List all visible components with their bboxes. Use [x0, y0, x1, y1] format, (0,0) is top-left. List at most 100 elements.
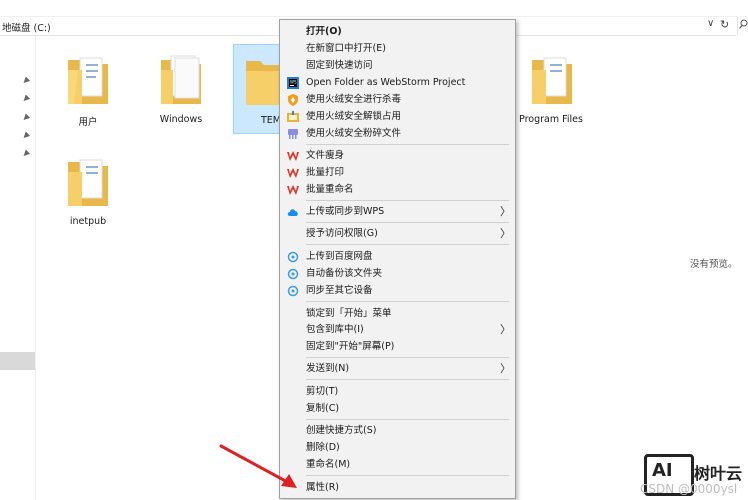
folder-program-files[interactable]: Program Files [519, 52, 584, 125]
menu-item-include-library[interactable]: 包含到库中(I) 〉 [280, 322, 515, 338]
menu-item-open-new-window[interactable]: 在新窗口中打开(E) [280, 41, 515, 57]
menu-item-open[interactable]: 打开(O) [280, 24, 515, 40]
watermark-credit: CSDN @0000ysl [640, 482, 738, 496]
menu-separator [306, 301, 509, 302]
menu-item-label: 重命名(M) [306, 459, 351, 470]
menu-separator [306, 419, 509, 420]
menu-item-label: 打开(O) [306, 26, 342, 37]
menu-item-baidu-sync[interactable]: 同步至其它设备 [280, 283, 515, 299]
menu-item-baidu-upload[interactable]: 上传到百度网盘 [280, 249, 515, 265]
menu-item-huorong-shred[interactable]: 使用火绒安全粉碎文件 [280, 126, 515, 142]
menu-item-webstorm[interactable]: WS Open Folder as WebStorm Project [280, 75, 515, 91]
menu-item-label: 删除(D) [306, 442, 340, 453]
menu-item-create-shortcut[interactable]: 创建快捷方式(S) [280, 423, 515, 439]
menu-item-rename[interactable]: 重命名(M) [280, 457, 515, 473]
folder-inetpub[interactable]: inetpub [56, 154, 120, 227]
search-box[interactable] [737, 17, 748, 35]
menu-item-wps-cloud[interactable]: 上传或同步到WPS 〉 [280, 204, 515, 220]
svg-text:WS: WS [290, 80, 297, 85]
menu-separator [306, 244, 509, 245]
menu-item-send-to[interactable]: 发送到(N) 〉 [280, 361, 515, 377]
address-path[interactable]: 地磁盘 (C:) [2, 20, 51, 34]
menu-separator [306, 222, 509, 223]
folder-label: Windows [159, 114, 203, 125]
chevron-right-icon: 〉 [500, 323, 511, 336]
menu-separator [306, 200, 509, 201]
huorong-shred-icon [288, 129, 298, 139]
huorong-shield-icon [288, 94, 298, 106]
folder-icon [64, 52, 112, 108]
menu-item-label: 自动备份该文件夹 [306, 268, 383, 279]
menu-item-label: 属性(R) [306, 482, 340, 493]
folder-users[interactable]: 用户 [56, 52, 120, 128]
menu-separator [306, 144, 509, 145]
folder-windows[interactable]: Windows [149, 52, 213, 125]
wps-icon [287, 168, 299, 178]
pin-icon[interactable]: ▼ [21, 148, 32, 159]
menu-item-label: 创建快捷方式(S) [306, 425, 377, 436]
refresh-icon[interactable]: ↻ [720, 18, 729, 31]
navigation-pane[interactable]: ▼ ▼ ▼ ▼ ▼ [0, 36, 36, 500]
menu-item-pin-start-screen[interactable]: 固定到"开始"屏幕(P) [280, 339, 515, 355]
pin-icon[interactable]: ▼ [21, 75, 32, 86]
menu-item-label: 授予访问权限(G) [306, 228, 378, 239]
menu-item-huorong-scan[interactable]: 使用火绒安全进行杀毒 [280, 92, 515, 108]
nav-item-selected[interactable] [0, 352, 35, 370]
menu-item-label: 包含到库中(I) [306, 324, 364, 335]
menu-item-label: 文件瘦身 [306, 150, 345, 161]
menu-item-huorong-unlock[interactable]: 使用火绒安全解锁占用 [280, 109, 515, 125]
huorong-unlock-icon [287, 111, 299, 122]
pin-icon[interactable]: ▼ [21, 130, 32, 141]
pin-icon[interactable]: ▼ [21, 112, 32, 123]
menu-item-baidu-backup[interactable]: 自动备份该文件夹 [280, 266, 515, 282]
menu-item-label: 固定到快速访问 [306, 60, 373, 71]
menu-item-label: 使用火绒安全进行杀毒 [306, 94, 402, 105]
menu-item-file-slim[interactable]: 文件瘦身 [280, 148, 515, 164]
menu-item-grant-access[interactable]: 授予访问权限(G) 〉 [280, 226, 515, 242]
window-top-strip [0, 0, 748, 17]
context-menu[interactable]: 打开(O) 在新窗口中打开(E) 固定到快速访问 WS Open Folder … [279, 19, 516, 499]
annotation-arrow [219, 444, 297, 488]
menu-item-label: 固定到"开始"屏幕(P) [306, 341, 395, 352]
chevron-right-icon: 〉 [500, 362, 511, 375]
pin-icon[interactable]: ▼ [21, 93, 32, 104]
menu-item-label: 上传到百度网盘 [306, 251, 373, 262]
menu-item-label: 批量打印 [306, 167, 345, 178]
folder-label: 用户 [78, 117, 98, 128]
search-icon [739, 19, 748, 29]
menu-item-batch-rename[interactable]: 批量重命名 [280, 182, 515, 198]
menu-item-label: 上传或同步到WPS [306, 206, 385, 217]
watermark-brand: 树叶云 [694, 464, 743, 483]
menu-item-delete[interactable]: 删除(D) [280, 440, 515, 456]
menu-item-label: 锁定到「开始」菜单 [306, 308, 392, 319]
menu-item-label: 批量重命名 [306, 184, 354, 195]
menu-item-copy[interactable]: 复制(C) [280, 401, 515, 417]
folder-icon [528, 52, 576, 108]
menu-separator [306, 475, 509, 476]
menu-separator [306, 357, 509, 358]
baidu-netdisk-icon [287, 268, 299, 280]
preview-pane-text: 没有预览。 [690, 259, 738, 270]
chevron-down-icon[interactable]: ∨ [707, 18, 714, 29]
menu-item-batch-print[interactable]: 批量打印 [280, 165, 515, 181]
menu-separator [306, 379, 509, 380]
folder-icon [64, 154, 112, 210]
baidu-netdisk-icon [287, 285, 299, 297]
menu-item-label: 使用火绒安全解锁占用 [306, 111, 402, 122]
watermark: AI 树叶云 CSDN @0000ysl [640, 452, 744, 498]
chevron-right-icon: 〉 [500, 205, 511, 218]
chevron-right-icon: 〉 [500, 227, 511, 240]
baidu-netdisk-icon [287, 251, 299, 263]
folder-label: Program Files [519, 114, 583, 125]
menu-item-pin-start-menu[interactable]: 锁定到「开始」菜单 [280, 306, 515, 322]
folder-label: inetpub [69, 216, 107, 227]
wps-icon [287, 185, 299, 195]
menu-item-label: 剪切(T) [306, 386, 339, 397]
menu-item-label: 在新窗口中打开(E) [306, 43, 386, 54]
wps-icon [287, 151, 299, 161]
menu-item-label: 复制(C) [306, 403, 340, 414]
menu-item-properties[interactable]: 属性(R) [280, 480, 515, 496]
webstorm-icon: WS [287, 77, 299, 89]
menu-item-cut[interactable]: 剪切(T) [280, 384, 515, 400]
menu-item-pin-quick-access[interactable]: 固定到快速访问 [280, 58, 515, 74]
